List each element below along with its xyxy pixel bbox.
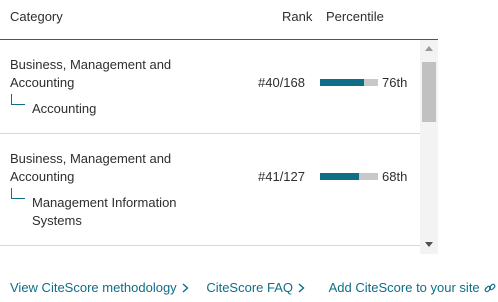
- table-header: Category Rank Percentile: [0, 0, 438, 38]
- tree-connector-icon: [11, 94, 25, 105]
- scroll-thumb[interactable]: [422, 62, 436, 122]
- percentile-value: 76th: [382, 75, 408, 90]
- list-item: Business, Management and Accounting Acco…: [0, 40, 420, 134]
- rank-value: #41/127: [258, 169, 305, 184]
- percentile-bar: [320, 173, 378, 180]
- percentile-column-header: Percentile: [326, 9, 384, 24]
- subcategory-name: Accounting: [32, 101, 97, 116]
- category-name: Business, Management and Accounting: [10, 151, 172, 184]
- category-rank-list[interactable]: Business, Management and Accounting Acco…: [0, 40, 420, 254]
- percentile-bar-fill: [320, 173, 360, 180]
- chevron-right-icon: [182, 282, 189, 293]
- percentile-bar: [320, 79, 378, 86]
- methodology-link-label: View CiteScore methodology: [10, 280, 177, 295]
- category-name: Business, Management and Accounting: [10, 57, 172, 90]
- category-column-header: Category: [10, 9, 63, 24]
- rank-value: #40/168: [258, 75, 305, 90]
- faq-link-label: CiteScore FAQ: [206, 280, 294, 295]
- list-item: Business, Management and Accounting Mana…: [0, 134, 420, 246]
- footer-links: View CiteScore methodology CiteScore FAQ…: [10, 280, 496, 295]
- view-citescore-methodology-link[interactable]: View CiteScore methodology: [10, 280, 189, 295]
- tree-connector-icon: [11, 188, 25, 199]
- rank-column-header: Rank: [282, 9, 313, 24]
- add-citescore-link[interactable]: Add CiteScore to your site: [329, 280, 496, 295]
- percentile-value: 68th: [382, 169, 408, 184]
- subcategory-name: Management Information Systems: [32, 195, 177, 228]
- list-scrollbar[interactable]: [420, 40, 438, 254]
- scroll-up-arrow-icon[interactable]: [425, 46, 433, 51]
- scroll-down-arrow-icon[interactable]: [425, 242, 433, 247]
- add-link-label: Add CiteScore to your site: [328, 280, 480, 295]
- chevron-right-icon: [298, 282, 305, 293]
- citescore-faq-link[interactable]: CiteScore FAQ: [206, 280, 305, 295]
- percentile-bar-fill: [320, 79, 365, 86]
- external-link-icon: [484, 283, 496, 292]
